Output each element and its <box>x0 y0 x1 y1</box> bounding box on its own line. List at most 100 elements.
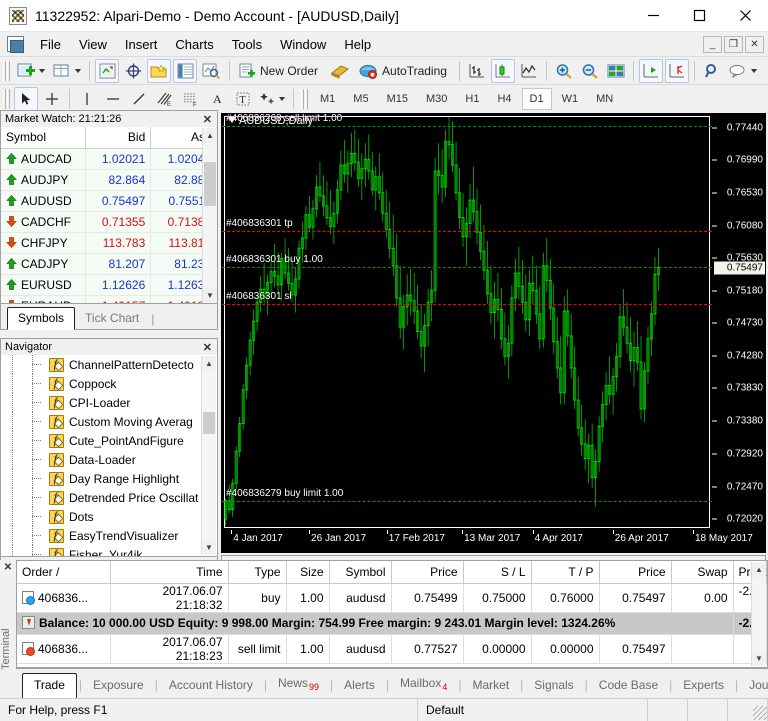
nav-scrollbar-thumb[interactable] <box>203 412 215 434</box>
horizontal-line-icon[interactable] <box>101 87 125 111</box>
timeframe-m30[interactable]: M30 <box>418 88 455 110</box>
terminal-tab-alerts[interactable]: Alerts <box>335 674 384 698</box>
terminal-scrollbar[interactable]: ▲ ▼ <box>751 562 766 666</box>
market-watch-row[interactable]: CADCHF 0.71355 0.71387 <box>1 211 217 233</box>
menu-help[interactable]: Help <box>335 34 380 55</box>
term-scroll-up-icon[interactable]: ▲ <box>752 562 766 577</box>
trade-column-price[interactable]: Price <box>599 561 672 584</box>
close-icon[interactable] <box>722 0 768 32</box>
navigator-icon[interactable] <box>147 58 171 83</box>
fibonacci-retracement-icon[interactable]: F <box>179 87 203 111</box>
order-level-line[interactable] <box>222 267 712 269</box>
trade-row[interactable]: 406836... 2017.06.07 21:18:23 sell limit 1.… <box>17 634 767 664</box>
auto-scroll-icon[interactable] <box>664 58 689 83</box>
new-chart-dropdown-caret[interactable] <box>39 68 45 73</box>
terminal-tab-news[interactable]: News99 <box>269 672 328 698</box>
trade-row[interactable]: 406836... 2017.06.07 21:18:32 buy 1.00 audus… <box>17 583 767 613</box>
timeframe-m5[interactable]: M5 <box>345 88 376 110</box>
trade-column-type[interactable]: Type <box>228 561 287 584</box>
autotrading-button[interactable]: AutoTrading <box>355 59 454 83</box>
trade-column-symbol[interactable]: Symbol <box>329 561 392 584</box>
terminal-tab-signals[interactable]: Signals <box>525 674 582 698</box>
timeframe-mn[interactable]: MN <box>588 88 621 110</box>
vertical-line-icon[interactable] <box>75 87 99 111</box>
toolbar-grip[interactable] <box>3 60 10 81</box>
timeframe-w1[interactable]: W1 <box>554 88 587 110</box>
chart-collapse-icon[interactable] <box>228 117 236 123</box>
metaeditor-icon[interactable] <box>327 59 353 83</box>
tab-tick-chart[interactable]: Tick Chart <box>75 308 149 329</box>
chart-shift-icon[interactable] <box>638 58 663 83</box>
order-level-line[interactable] <box>222 303 712 305</box>
navigator-item[interactable]: CPI-Loader <box>1 393 201 412</box>
term-scroll-down-icon[interactable]: ▼ <box>752 651 766 666</box>
profiles-dropdown-caret[interactable] <box>75 68 81 73</box>
navigator-item[interactable]: Dots <box>1 507 201 526</box>
navigator-item[interactable]: ChannelPatternDetecto <box>1 355 201 374</box>
line-toolbar-grip[interactable] <box>3 88 10 109</box>
text-icon[interactable]: A <box>205 87 229 111</box>
order-level-line[interactable] <box>222 500 712 502</box>
mdi-minimize-icon[interactable]: _ <box>703 35 722 53</box>
navigator-item[interactable]: Custom Moving Averag <box>1 412 201 431</box>
navigator-close-icon[interactable]: ✕ <box>198 341 217 354</box>
terminal-tab-exposure[interactable]: Exposure <box>84 674 153 698</box>
terminal-tab-experts[interactable]: Experts <box>674 674 733 698</box>
navigator-item[interactable]: Coppock <box>1 374 201 393</box>
trade-column-swap[interactable]: Swap <box>671 561 734 584</box>
trade-column-order[interactable]: Order / <box>17 561 111 584</box>
market-watch-row[interactable]: AUDUSD 0.75497 0.75511 <box>1 190 217 212</box>
timeframe-h1[interactable]: H1 <box>457 88 487 110</box>
market-watch-row[interactable]: CHFJPY 113.783 113.816 <box>1 232 217 254</box>
templates-dropdown-caret[interactable] <box>750 68 757 73</box>
trendline-icon[interactable] <box>127 87 151 111</box>
navigator-item[interactable]: Cute_PointAndFigure <box>1 431 201 450</box>
trade-column-s-l[interactable]: S / L <box>463 561 532 584</box>
mdi-close-icon[interactable]: ✕ <box>745 35 764 53</box>
trade-column-t-p[interactable]: T / P <box>531 561 600 584</box>
market-watch-row[interactable]: EURAUD1.491571.49188 <box>1 295 217 303</box>
minimize-icon[interactable] <box>630 0 676 32</box>
navigator-item[interactable]: Data-Loader <box>1 450 201 469</box>
nav-scroll-down-icon[interactable]: ▼ <box>202 540 216 555</box>
menu-window[interactable]: Window <box>271 34 335 55</box>
candlestick-chart-icon[interactable] <box>490 58 515 83</box>
market-watch-scrollbar[interactable]: ▲ ▼ <box>202 128 217 303</box>
time-axis[interactable]: 4 Jan 2017 26 Jan 2017 17 Feb 2017 13 Mar 2… <box>224 530 753 550</box>
line-chart-icon[interactable] <box>517 59 541 83</box>
tab-symbols[interactable]: Symbols <box>7 307 76 330</box>
column-symbol[interactable]: Symbol <box>1 127 86 149</box>
scroll-up-icon[interactable]: ▲ <box>203 128 217 143</box>
terminal-tab-mailbox[interactable]: Mailbox4 <box>391 672 456 698</box>
trade-column-size[interactable]: Size <box>286 561 330 584</box>
text-label-icon[interactable]: T <box>231 87 255 111</box>
crosshair-icon[interactable] <box>40 87 64 111</box>
cursor-icon[interactable] <box>14 86 38 111</box>
mdi-restore-icon[interactable]: ❐ <box>724 35 743 53</box>
strategy-tester-icon[interactable] <box>199 59 224 83</box>
market-watch-row[interactable]: AUDJPY 82.864 82.882 <box>1 169 217 191</box>
timeframe-toolbar-grip[interactable] <box>301 88 308 109</box>
menu-tools[interactable]: Tools <box>223 34 271 55</box>
maximize-icon[interactable] <box>676 0 722 32</box>
new-chart-icon[interactable] <box>14 59 48 83</box>
templates-icon[interactable] <box>726 59 760 83</box>
market-watch-icon[interactable] <box>95 58 119 83</box>
navigator-item[interactable]: EasyTrendVisualizer <box>1 526 201 545</box>
terminal-close-icon[interactable]: ✕ <box>0 560 16 573</box>
price-axis[interactable]: 0.77440 0.76990 0.76530 0.76080 0.75630 0.751… <box>712 116 765 528</box>
timeframe-m1[interactable]: M1 <box>312 88 343 110</box>
menu-file[interactable]: File <box>31 34 70 55</box>
order-level-line[interactable] <box>222 230 712 232</box>
tile-windows-icon[interactable] <box>604 59 628 83</box>
scrollbar-thumb[interactable] <box>204 162 216 206</box>
resize-grip[interactable] <box>753 706 767 720</box>
scroll-down-icon[interactable]: ▼ <box>203 288 217 303</box>
bar-chart-icon[interactable] <box>465 59 489 83</box>
objects-icon[interactable] <box>257 87 288 111</box>
price-chart[interactable]: AUDUSD,Daily #406836268 sell limit 1.00 #… <box>221 113 766 553</box>
new-order-button[interactable]: New Order <box>235 59 325 83</box>
market-watch-row[interactable]: EURUSD 1.12626 1.12635 <box>1 274 217 296</box>
timeframe-d1[interactable]: D1 <box>521 87 552 110</box>
equidistant-channel-icon[interactable]: E <box>153 87 177 111</box>
